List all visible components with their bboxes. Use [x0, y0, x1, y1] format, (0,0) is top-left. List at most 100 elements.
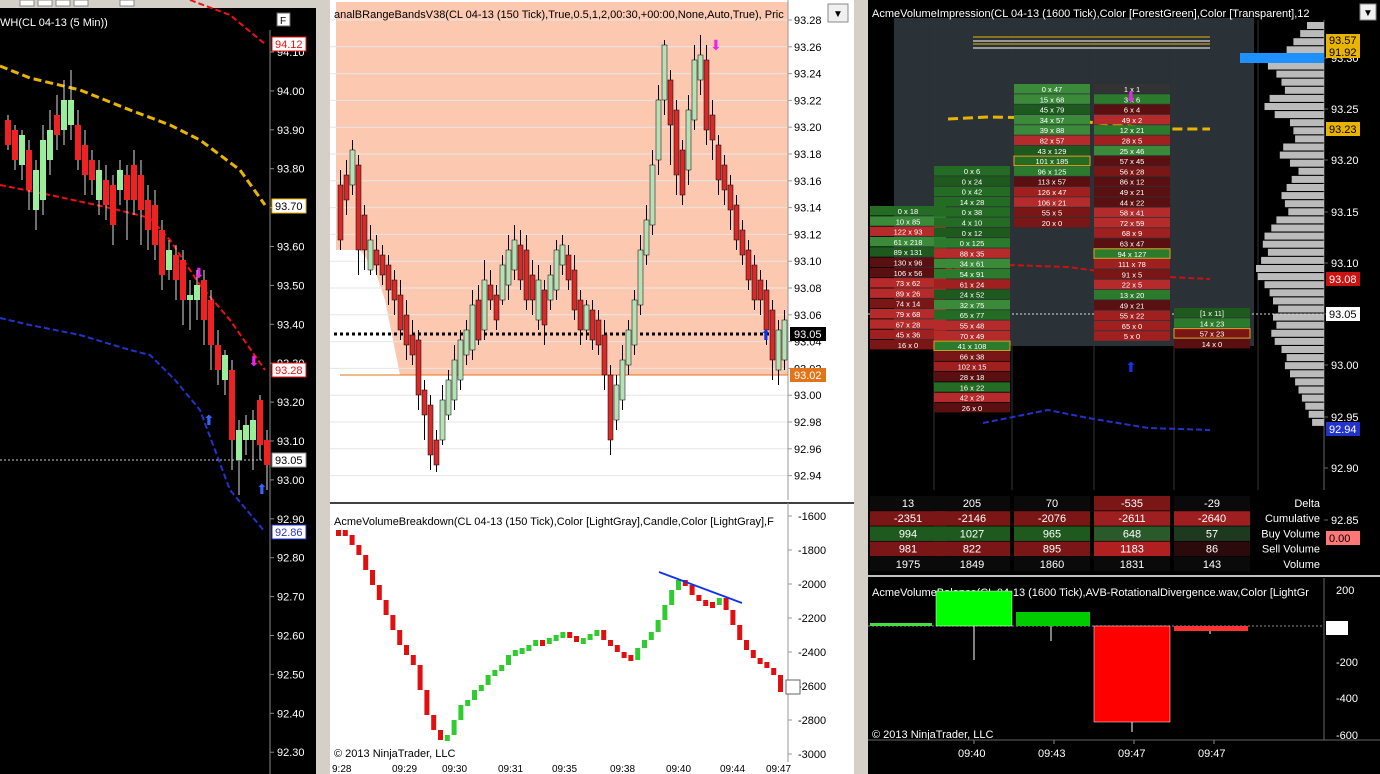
volume-candle	[744, 640, 749, 650]
volume-profile-bar	[1267, 62, 1324, 70]
stat-row-label: Cumulative	[1265, 513, 1320, 525]
stat-value: 895	[1043, 544, 1061, 556]
price-tick-label: 92.50	[277, 669, 305, 681]
candle	[201, 280, 207, 320]
chevron-down-icon[interactable]: ▼	[1363, 8, 1373, 19]
tag-yellow: 93.23	[1326, 122, 1360, 136]
candle	[433, 439, 440, 466]
volume-profile-bar	[1308, 410, 1324, 418]
candle	[117, 170, 123, 190]
volume-profile-bar	[1264, 103, 1324, 110]
price-tick-label: 93.00	[277, 475, 305, 487]
lower-volume-candles	[336, 530, 783, 741]
volume-candle	[628, 655, 634, 661]
volume-profile-bar	[1286, 184, 1324, 191]
left-f-button[interactable]: F	[280, 16, 286, 27]
volume-candle	[526, 645, 532, 651]
volume-candle	[730, 610, 736, 625]
chevron-down-icon[interactable]: ▼	[833, 9, 843, 20]
svg-text:93.05: 93.05	[1329, 309, 1357, 321]
footprint-cell-label: 20 x 0	[1042, 219, 1062, 228]
candle	[685, 109, 692, 171]
time-tick-label: 09:29	[392, 764, 417, 774]
footprint-cell-label: 42 x 29	[960, 394, 985, 403]
volume-candle	[737, 625, 743, 640]
middle-chart-title: analBRangeBandsV38(CL 04-13 (150 Tick),T…	[334, 9, 784, 21]
middle-chart-panel[interactable]: 93.28 93.26 93.24 93.22 93.20 93.18 93.16 93.14…	[330, 0, 854, 774]
volume-candle	[349, 535, 355, 545]
candle	[751, 264, 758, 301]
candle	[409, 334, 416, 356]
volume-profile-bar	[1269, 94, 1324, 102]
footprint-cell-label: 15 x 68	[1040, 95, 1065, 104]
footprint-cell-label: 63 x 47	[1120, 240, 1145, 249]
candle	[619, 359, 626, 401]
footprint-cell-label: 106 x 56	[894, 269, 923, 278]
candle	[166, 250, 172, 270]
footprint-cell-label: 55 x 22	[1120, 312, 1145, 321]
stat-value: 994	[899, 528, 917, 540]
volume-profile-bar	[1288, 208, 1324, 216]
footprint-cell-label: 0 x 12	[962, 229, 982, 238]
footprint-cell-label: 91 x 5	[1122, 270, 1142, 279]
volume-candle	[519, 648, 525, 654]
volume-profile-bar	[1298, 386, 1324, 394]
volume-profile-bar	[1264, 281, 1324, 289]
candle	[379, 254, 386, 276]
volume-candle	[689, 585, 695, 595]
volume-profile-bar	[1274, 111, 1324, 119]
footprint-cell-label: 44 x 22	[1120, 198, 1145, 207]
candle	[517, 244, 524, 281]
svg-text:93.28: 93.28	[275, 365, 303, 377]
volume-candle	[642, 640, 647, 648]
left-chart-title: WH(CL 04-13 (5 Min))	[0, 17, 108, 29]
stat-value: 13	[902, 498, 914, 510]
tag-red: 93.08	[1326, 272, 1360, 286]
volume-profile-bar	[1281, 192, 1324, 200]
footprint-cell-label: 0 x 47	[1042, 85, 1062, 94]
footprint-cell-label: 74 x 14	[896, 300, 921, 309]
candle	[559, 244, 566, 266]
candle	[607, 374, 614, 441]
stat-row-label: Delta	[1294, 498, 1321, 510]
volume-profile-bar	[1312, 418, 1324, 426]
stat-value: -2076	[1038, 513, 1066, 525]
splitter-left[interactable]	[316, 0, 330, 774]
volume-candle	[635, 648, 641, 660]
footprint-cell-label: 12 x 21	[1120, 126, 1145, 135]
value-tick-label: -2000	[798, 579, 826, 591]
candle	[75, 125, 81, 160]
volume-candle	[567, 632, 573, 638]
volume-candle	[662, 605, 668, 620]
candle	[68, 100, 74, 125]
candle	[649, 164, 656, 226]
candle	[691, 59, 698, 121]
volume-profile-bar	[1261, 256, 1324, 264]
price-tick-label: 93.40	[277, 319, 305, 331]
candle	[697, 54, 704, 81]
blue-arrow-icon: ⬆	[256, 481, 268, 497]
volume-candle	[614, 645, 620, 652]
volume-profile-bar	[1281, 78, 1324, 86]
candle	[110, 185, 116, 225]
candle	[451, 359, 458, 401]
splitter-right[interactable]	[854, 0, 868, 774]
left-chart-panel[interactable]: WH(CL 04-13 (5 Min)) F 94.10 94.00 93.90 93…	[0, 0, 316, 774]
stat-value: -2611	[1118, 513, 1145, 525]
time-tick-label: 09:40	[666, 764, 691, 774]
price-tick-label: 92.30	[277, 747, 305, 759]
candle	[553, 249, 560, 291]
volume-profile-bar	[1271, 224, 1324, 232]
candle	[103, 180, 109, 205]
right-chart-panel[interactable]: AcmeVolumeImpression(CL 04-13 (1600 Tick…	[868, 0, 1380, 774]
volume-candle	[492, 670, 498, 676]
footprint-cell-label: 26 x 0	[962, 404, 982, 413]
footprint-cell-label: 101 x 185	[1036, 157, 1069, 166]
candle	[733, 204, 740, 241]
candle	[493, 294, 500, 321]
volume-profile	[1256, 22, 1324, 426]
pink-arrow-icon: ⬇	[1125, 89, 1137, 105]
candle	[264, 440, 270, 465]
balance-tick-label: -400	[1336, 693, 1358, 705]
volume-candle	[621, 652, 627, 658]
